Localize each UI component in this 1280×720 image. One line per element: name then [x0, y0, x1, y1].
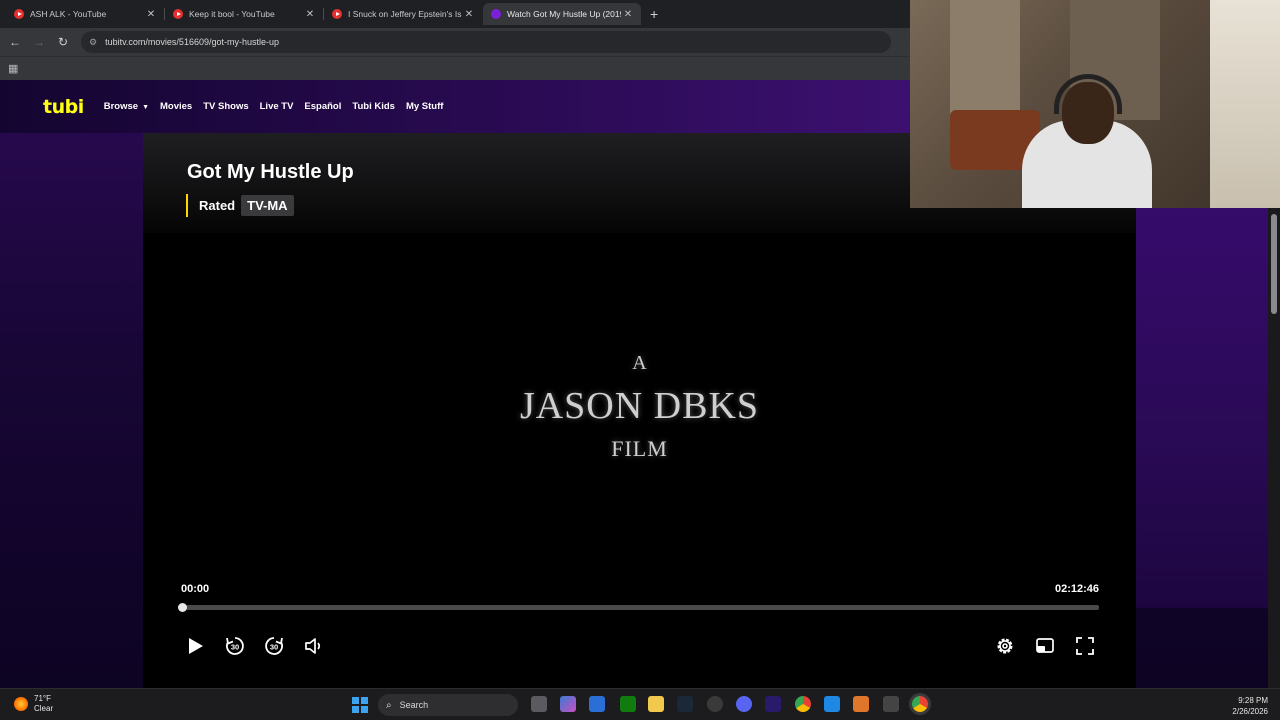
app-icon[interactable] — [853, 696, 869, 712]
copilot-icon[interactable] — [560, 696, 576, 712]
clock-time: 9:28 PM — [1238, 696, 1268, 705]
video-player[interactable]: Got My Hustle Up Rated TV-MA A JASON DBK… — [143, 133, 1136, 688]
nav-live-tv[interactable]: Live TV — [260, 101, 294, 112]
close-tab-icon[interactable]: ✕ — [303, 9, 317, 20]
picture-in-picture-button[interactable] — [1032, 633, 1058, 659]
rewind-icon: 30 — [226, 637, 244, 655]
chrome-icon[interactable] — [795, 696, 811, 712]
rewind-seconds: 30 — [231, 643, 239, 652]
weather-icon — [14, 697, 28, 711]
progress-bar[interactable] — [178, 603, 1099, 612]
address-bar[interactable]: ⚙ tubitv.com/movies/516609/got-my-hustle… — [81, 31, 891, 53]
screen: ASH ALK - YouTube ✕ Keep it bool - YouTu… — [0, 0, 1280, 720]
task-view-icon[interactable] — [531, 696, 547, 712]
caret-down-icon: ▼ — [142, 104, 149, 111]
rating-block: Rated TV-MA — [186, 194, 294, 217]
browser-tab-strip: ASH ALK - YouTube ✕ Keep it bool - YouTu… — [0, 0, 910, 28]
browser-tab[interactable]: ASH ALK - YouTube ✕ — [6, 3, 165, 25]
forward-icon[interactable]: → — [27, 30, 51, 54]
forward-30-button[interactable]: 30 — [261, 633, 287, 659]
rewind-30-button[interactable]: 30 — [222, 633, 248, 659]
browser-tab-active[interactable]: Watch Got My Hustle Up (2019 ✕ — [483, 3, 641, 25]
weather-condition: Clear — [34, 704, 54, 713]
nav-movies[interactable]: Movies — [160, 101, 192, 112]
tab-title: Keep it bool - YouTube — [189, 9, 275, 19]
browser-toolbar: ← → ↻ ⚙ tubitv.com/movies/516609/got-my-… — [0, 28, 910, 56]
nav-my-stuff[interactable]: My Stuff — [406, 101, 443, 112]
tubi-logo[interactable]: tubi — [43, 96, 84, 118]
nav-tv-shows[interactable]: TV Shows — [203, 101, 248, 112]
steam-icon[interactable] — [677, 696, 693, 712]
browser-tab[interactable]: Keep it bool - YouTube ✕ — [165, 3, 324, 25]
page-scrollbar[interactable] — [1268, 208, 1280, 688]
system-clock[interactable]: 9:28 PM 2/26/2026 — [1232, 695, 1268, 717]
progress-handle[interactable] — [178, 603, 187, 612]
clock-date: 2/26/2026 — [1232, 707, 1268, 716]
volume-button[interactable] — [301, 633, 327, 659]
pip-icon — [1036, 638, 1054, 653]
rated-label: Rated — [199, 198, 236, 213]
frame-text-line1: A — [632, 352, 647, 374]
premiere-icon[interactable] — [765, 696, 781, 712]
settings-button[interactable] — [992, 633, 1018, 659]
weather-text: 71°F Clear — [34, 694, 53, 714]
gear-icon — [997, 638, 1013, 654]
movie-title: Got My Hustle Up — [187, 161, 354, 183]
taskbar-search[interactable]: ⌕ Search — [378, 694, 518, 716]
taskbar: 71°F Clear ⌕ Search 9:28 PM 2/26/2026 — [0, 688, 1280, 720]
forward-seconds: 30 — [270, 643, 278, 652]
obs-icon[interactable] — [707, 696, 723, 712]
search-placeholder: Search — [399, 700, 429, 710]
file-explorer-icon[interactable] — [648, 696, 664, 712]
volume-icon — [305, 638, 321, 654]
tab-title: I Snuck on Jeffery Epstein's Islan — [348, 9, 462, 19]
discord-icon[interactable] — [736, 696, 752, 712]
forward-icon: 30 — [265, 637, 283, 655]
webcam-background — [1210, 0, 1280, 208]
url-text: tubitv.com/movies/516609/got-my-hustle-u… — [105, 37, 279, 47]
chrome-active-icon[interactable] — [912, 696, 928, 712]
webcam-overlay — [910, 0, 1280, 208]
fullscreen-button[interactable] — [1072, 633, 1098, 659]
fullscreen-icon — [1076, 637, 1094, 655]
close-tab-icon[interactable]: ✕ — [621, 9, 635, 20]
current-time: 00:00 — [181, 583, 210, 595]
nav-label: Browse — [103, 101, 139, 112]
play-button[interactable] — [182, 633, 208, 659]
youtube-icon — [173, 9, 183, 19]
tab-title: ASH ALK - YouTube — [30, 9, 107, 19]
scrollbar-thumb[interactable] — [1271, 214, 1277, 314]
nav-espanol[interactable]: Español — [304, 101, 341, 112]
windows-start-icon[interactable] — [352, 697, 368, 713]
browser-tab[interactable]: I Snuck on Jeffery Epstein's Islan ✕ — [324, 3, 482, 25]
xbox-icon[interactable] — [620, 696, 636, 712]
play-icon — [189, 638, 203, 654]
weather-widget[interactable]: 71°F Clear — [14, 694, 53, 714]
tubi-icon — [491, 9, 501, 19]
rating-badge: TV-MA — [241, 195, 294, 216]
nav-browse[interactable]: Browse ▼ — [104, 101, 149, 112]
frame-text-line2: JASON DBKS — [519, 385, 760, 427]
site-header: tubi Browse ▼ Movies TV Shows Live TV Esp… — [0, 80, 910, 133]
apps-grid-icon[interactable]: ▦ — [8, 62, 18, 75]
app-icon[interactable] — [883, 696, 899, 712]
total-time: 02:12:46 — [1054, 583, 1099, 595]
close-tab-icon[interactable]: ✕ — [462, 9, 476, 20]
reload-icon[interactable]: ↻ — [51, 30, 75, 54]
store-icon[interactable] — [589, 696, 605, 712]
back-icon[interactable]: ← — [3, 30, 27, 54]
search-icon: ⌕ — [386, 699, 392, 711]
weather-temp: 71°F — [34, 694, 51, 703]
site-info-icon[interactable]: ⚙ — [89, 37, 97, 48]
tab-title: Watch Got My Hustle Up (2019 — [507, 9, 621, 19]
close-tab-icon[interactable]: ✕ — [144, 9, 158, 20]
youtube-icon — [14, 9, 24, 19]
new-tab-button[interactable]: + — [650, 6, 658, 22]
nav-tubi-kids[interactable]: Tubi Kids — [352, 101, 395, 112]
app-icon[interactable] — [824, 696, 840, 712]
frame-text-line3: FILM — [611, 436, 668, 461]
bookmarks-bar: ▦ — [0, 56, 910, 80]
youtube-icon — [332, 9, 342, 19]
